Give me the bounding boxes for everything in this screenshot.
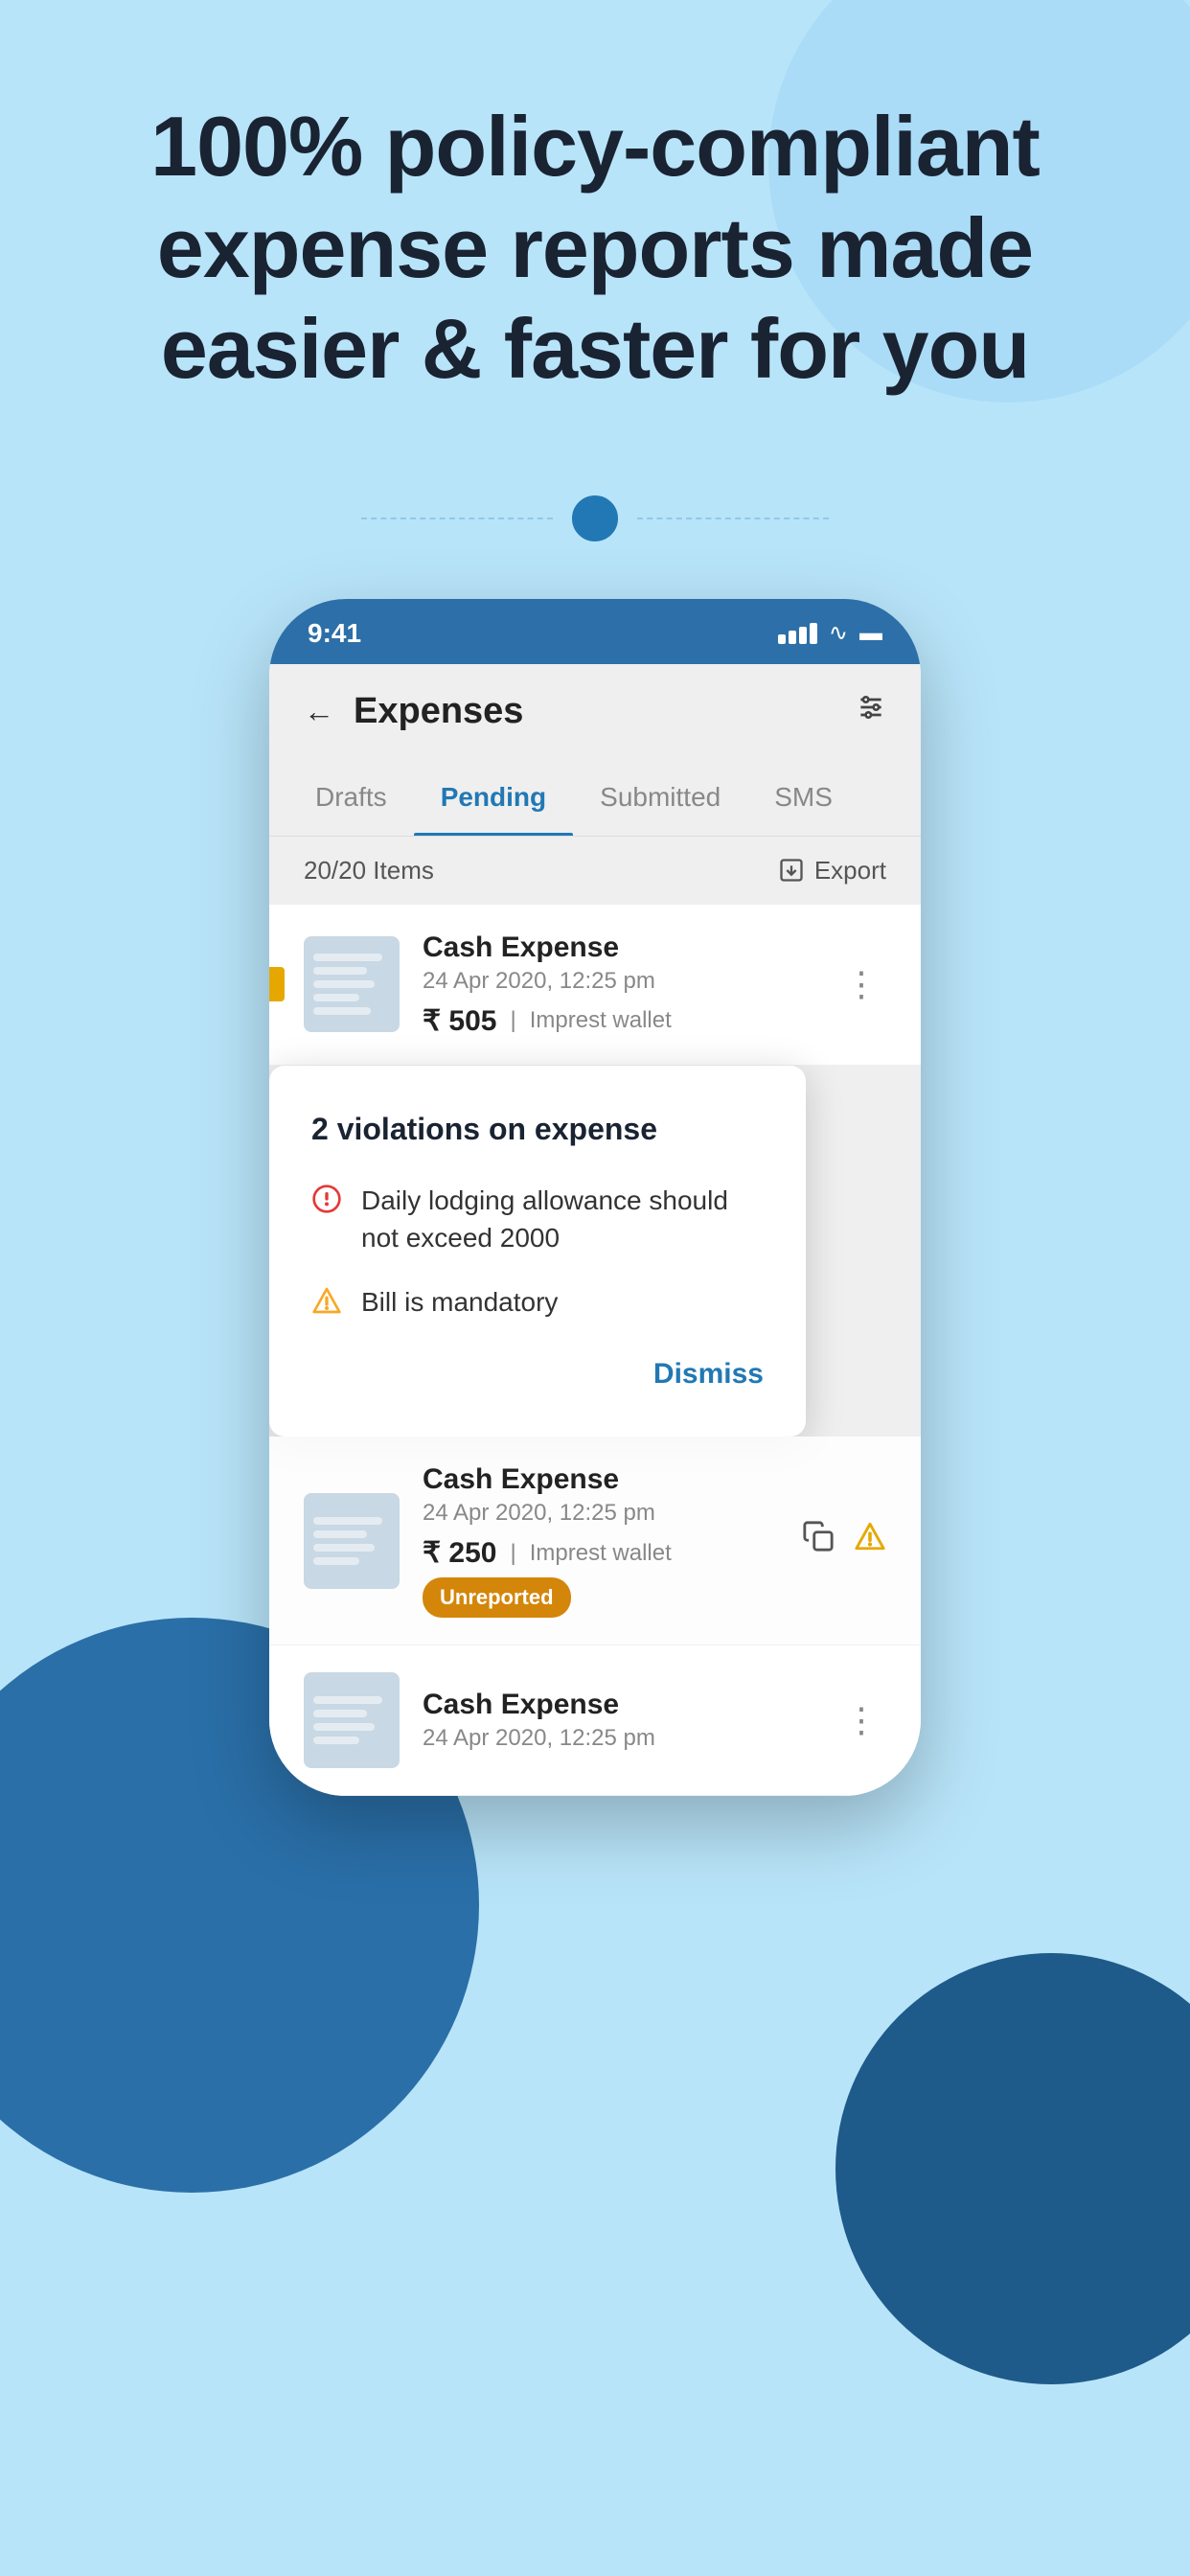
violation-text-2: Bill is mandatory [361,1283,558,1321]
status-time: 9:41 [308,618,361,649]
expense-info-3: Cash Expense 24 Apr 2020, 12:25 pm [423,1689,813,1752]
phone-mockup: 9:41 ∿ ▬ ← Expenses [269,599,921,1796]
signal-bar-4 [810,623,817,644]
pagination-line-left [361,518,553,519]
violation-indicator-1 [269,967,285,1001]
warning-icon [311,1285,342,1323]
expense-name-2: Cash Expense [423,1463,779,1496]
expense-date-2: 24 Apr 2020, 12:25 pm [423,1500,779,1527]
signal-bar-3 [799,627,807,644]
expense-menu-1[interactable]: ⋮ [836,956,886,1012]
error-icon [311,1184,342,1222]
filter-icon[interactable] [856,692,886,730]
header-left: ← Expenses [304,691,523,732]
expense-list: Cash Expense 24 Apr 2020, 12:25 pm ₹ 505… [269,905,921,1796]
expense-item-2[interactable]: Cash Expense 24 Apr 2020, 12:25 pm ₹ 250… [269,1437,921,1645]
tab-drafts[interactable]: Drafts [288,759,414,836]
expense-thumb-3 [304,1672,400,1768]
pagination-dot-active[interactable] [572,495,618,541]
expense-amount-row-2: ₹ 250 | Imprest wallet [423,1536,779,1570]
tab-sms[interactable]: SMS [747,759,859,836]
signal-bar-1 [778,634,786,644]
expense-date-3: 24 Apr 2020, 12:25 pm [423,1725,813,1752]
battery-icon: ▬ [859,620,882,647]
export-button[interactable]: Export [778,856,886,886]
expense-thumb-1 [304,936,400,1032]
thumb-lines-3 [313,1696,390,1744]
pagination-section [0,457,1190,599]
expense-amount-1: ₹ 505 [423,1004,496,1038]
copy-icon[interactable] [802,1520,835,1561]
dialog-dismiss-area: Dismiss [311,1358,764,1391]
app-header: ← Expenses [269,664,921,759]
hero-section: 100% policy-compliant expense reports ma… [0,0,1190,457]
expense-info-2: Cash Expense 24 Apr 2020, 12:25 pm ₹ 250… [423,1463,779,1618]
status-icons: ∿ ▬ [778,619,882,647]
items-bar: 20/20 Items Export [269,837,921,905]
violation-item-1: Daily lodging allowance should not excee… [311,1182,764,1256]
expense-name-1: Cash Expense [423,932,813,964]
expense-thumb-2 [304,1493,400,1589]
pagination-line-right [637,518,829,519]
expense-name-3: Cash Expense [423,1689,813,1721]
thumb-lines [313,954,390,1015]
tab-pending[interactable]: Pending [414,759,573,836]
signal-bars [778,623,817,644]
bottom-section [0,1796,1190,1968]
phone-container: 9:41 ∿ ▬ ← Expenses [0,599,1190,1796]
expense-item-1[interactable]: Cash Expense 24 Apr 2020, 12:25 pm ₹ 505… [269,905,921,1066]
signal-bar-2 [789,631,796,644]
hero-title: 100% policy-compliant expense reports ma… [77,96,1113,400]
violation-item-2: Bill is mandatory [311,1283,764,1323]
expense-menu-3[interactable]: ⋮ [836,1692,886,1748]
expense-date-1: 24 Apr 2020, 12:25 pm [423,968,813,995]
dismiss-button[interactable]: Dismiss [653,1358,764,1390]
thumb-lines-2 [313,1517,390,1565]
expense-info-1: Cash Expense 24 Apr 2020, 12:25 pm ₹ 505… [423,932,813,1038]
dialog-title: 2 violations on expense [311,1112,764,1147]
back-button[interactable]: ← [304,694,334,729]
dialog-area: 2 violations on expense Daily lodging al… [269,1066,921,1437]
expense-amount-2: ₹ 250 [423,1536,496,1570]
expense-warning-icon[interactable] [854,1520,886,1561]
unreported-badge: Unreported [423,1577,571,1618]
wallet-label-1: Imprest wallet [530,1007,672,1034]
expense-item-3[interactable]: Cash Expense 24 Apr 2020, 12:25 pm ⋮ [269,1645,921,1796]
status-bar: 9:41 ∿ ▬ [269,599,921,664]
tabs-bar: Drafts Pending Submitted SMS [269,759,921,837]
tab-submitted[interactable]: Submitted [573,759,747,836]
bg-blob-bottom-right [835,1953,1190,2384]
page-title: Expenses [354,691,523,732]
items-count: 20/20 Items [304,856,434,886]
violation-text-1: Daily lodging allowance should not excee… [361,1182,764,1256]
expense-action-icons [802,1520,886,1561]
wifi-icon: ∿ [829,619,848,647]
expense-amount-row-1: ₹ 505 | Imprest wallet [423,1004,813,1038]
wallet-label-2: Imprest wallet [530,1540,672,1567]
violations-dialog: 2 violations on expense Daily lodging al… [269,1066,806,1437]
